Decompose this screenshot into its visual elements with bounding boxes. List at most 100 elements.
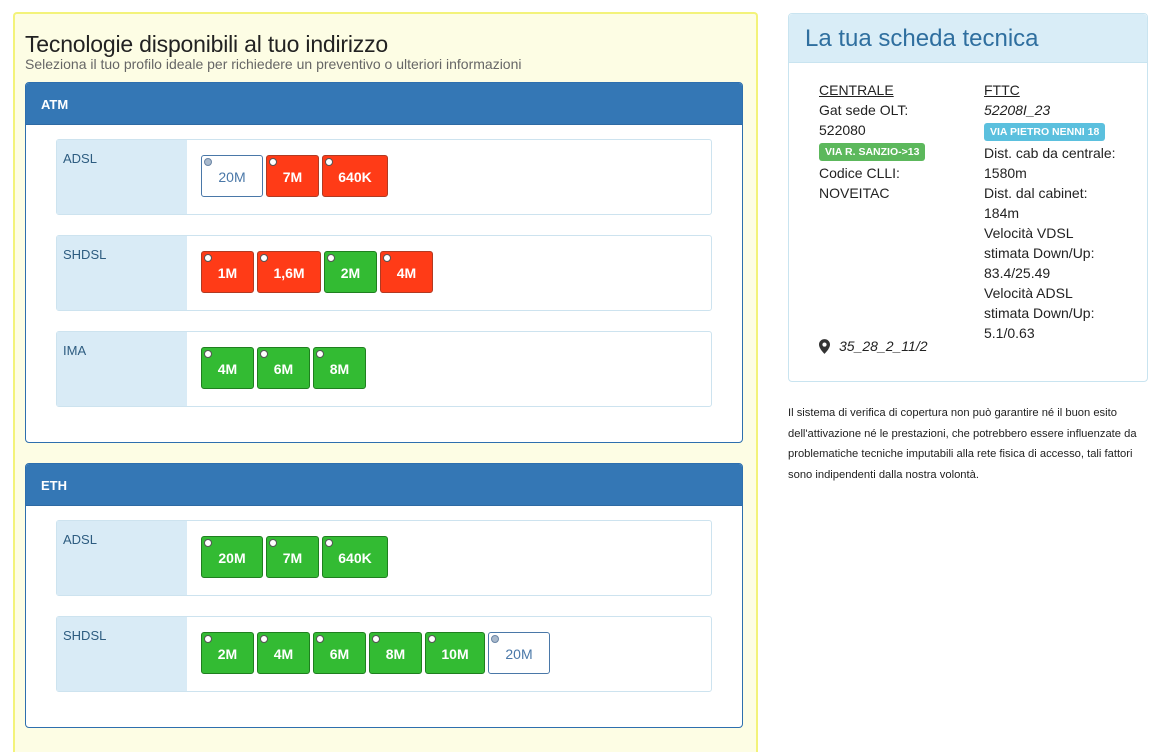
status-dot-icon	[204, 350, 212, 358]
speed-label: 4M	[396, 265, 417, 281]
speed-button-4m[interactable]: 4M	[201, 347, 254, 389]
speed-list: 1M 1,6M 2M 4M	[201, 251, 433, 293]
cabinet-address-badge: VIA PIETRO NENNI 18	[984, 123, 1106, 141]
speed-button-20m[interactable]: 20M	[488, 632, 550, 674]
status-dot-icon	[260, 350, 268, 358]
speed-label: 1M	[217, 265, 238, 281]
clli-value: NOVEITAC	[819, 185, 890, 201]
status-dot-icon	[269, 539, 277, 547]
speed-label: 8M	[385, 646, 406, 662]
speed-label: 2M	[217, 646, 238, 662]
speed-button-8m[interactable]: 8M	[369, 632, 422, 674]
status-dot-icon	[204, 254, 212, 262]
group-header-atm: ATM	[26, 83, 742, 125]
speed-label: 20M	[218, 550, 246, 566]
tech-label: ADSL	[57, 521, 187, 595]
page-title: Tecnologie disponibili al tuo indirizzo	[25, 31, 388, 57]
tech-label: IMA	[57, 332, 187, 406]
speed-button-1-6m[interactable]: 1,6M	[257, 251, 321, 293]
central-heading: CENTRALE	[819, 82, 894, 98]
tech-label: ADSL	[57, 140, 187, 214]
dist-cabinet-label: Dist. dal cabinet:	[984, 185, 1088, 201]
dist-central-label: Dist. cab da centrale:	[984, 145, 1116, 161]
gat-value: 522080	[819, 122, 866, 138]
status-dot-icon	[491, 635, 499, 643]
status-dot-icon	[316, 350, 324, 358]
adsl-label: Velocità ADSL	[984, 285, 1073, 301]
speed-list: 4M 6M 8M	[201, 347, 366, 389]
speed-label: 4M	[273, 646, 294, 662]
card-title: La tua scheda tecnica	[789, 14, 1147, 63]
fttc-column: FTTC 52208I_23 VIA PIETRO NENNI 18 Dist.…	[984, 80, 1134, 343]
speed-label: 7M	[282, 169, 303, 185]
central-address-badge: VIA R. SANZIO->13	[819, 143, 926, 161]
speed-list: 2M 4M 6M 8M 10M 20M	[201, 632, 550, 674]
speed-label: 1,6M	[273, 265, 305, 281]
speed-label: 6M	[329, 646, 350, 662]
location: 35_28_2_11/2	[819, 338, 928, 354]
tech-label: SHDSL	[57, 617, 187, 691]
status-dot-icon	[260, 254, 268, 262]
disclaimer-text: Il sistema di verifica di copertura non …	[788, 407, 1137, 481]
technologies-panel: Tecnologie disponibili al tuo indirizzo …	[13, 12, 758, 752]
speed-button-10m[interactable]: 10M	[425, 632, 485, 674]
status-dot-icon	[260, 635, 268, 643]
map-marker-icon	[819, 338, 830, 354]
vdsl-label: Velocità VDSL	[984, 225, 1074, 241]
speed-button-4m[interactable]: 4M	[257, 632, 310, 674]
technical-sheet-card: La tua scheda tecnica CENTRALE Gat sede …	[788, 13, 1148, 382]
status-dot-icon	[325, 539, 333, 547]
speed-label: 20M	[218, 169, 246, 185]
speed-button-7m[interactable]: 7M	[266, 536, 319, 578]
group-header-eth: ETH	[26, 464, 742, 506]
group-eth: ETH ADSL 20M 7M 640K SHDSL 2M 4M 6M 8M 1…	[25, 463, 743, 728]
speed-button-8m[interactable]: 8M	[313, 347, 366, 389]
speed-label: 10M	[441, 646, 469, 662]
status-dot-icon	[316, 635, 324, 643]
speed-label: 6M	[273, 361, 294, 377]
tech-row-atm-adsl: ADSL 20M 7M 640K	[56, 139, 712, 215]
speed-button-6m[interactable]: 6M	[257, 347, 310, 389]
speed-label: 20M	[505, 646, 533, 662]
tech-row-eth-adsl: ADSL 20M 7M 640K	[56, 520, 712, 596]
speed-list: 20M 7M 640K	[201, 536, 388, 578]
status-dot-icon	[383, 254, 391, 262]
vdsl-label-2: stimata Down/Up:	[984, 245, 1095, 261]
status-dot-icon	[204, 635, 212, 643]
status-dot-icon	[327, 254, 335, 262]
tech-row-eth-shdsl: SHDSL 2M 4M 6M 8M 10M 20M	[56, 616, 712, 692]
speed-button-640k[interactable]: 640K	[322, 536, 388, 578]
speed-list: 20M 7M 640K	[201, 155, 388, 197]
group-atm: ATM ADSL 20M 7M 640K SHDSL 1M 1,6M 2M 4M…	[25, 82, 743, 443]
speed-label: 2M	[340, 265, 361, 281]
status-dot-icon	[204, 158, 212, 166]
adsl-label-2: stimata Down/Up:	[984, 305, 1095, 321]
fttc-heading: FTTC	[984, 82, 1020, 98]
status-dot-icon	[325, 158, 333, 166]
speed-button-640k[interactable]: 640K	[322, 155, 388, 197]
speed-button-1m[interactable]: 1M	[201, 251, 254, 293]
gat-label: Gat sede OLT:	[819, 102, 909, 118]
page-subtitle: Seleziona il tuo profilo ideale per rich…	[25, 56, 522, 72]
status-dot-icon	[428, 635, 436, 643]
vdsl-value: 83.4/25.49	[984, 265, 1051, 281]
speed-label: 8M	[329, 361, 350, 377]
speed-button-2m[interactable]: 2M	[324, 251, 377, 293]
speed-button-20m[interactable]: 20M	[201, 536, 263, 578]
tech-label: SHDSL	[57, 236, 187, 310]
tech-row-atm-shdsl: SHDSL 1M 1,6M 2M 4M	[56, 235, 712, 311]
status-dot-icon	[204, 539, 212, 547]
speed-label: 640K	[338, 550, 372, 566]
location-code: 35_28_2_11/2	[839, 338, 928, 354]
speed-button-6m[interactable]: 6M	[313, 632, 366, 674]
dist-cabinet-value: 184m	[984, 205, 1020, 221]
tech-row-atm-ima: IMA 4M 6M 8M	[56, 331, 712, 407]
speed-button-20m[interactable]: 20M	[201, 155, 263, 197]
cabinet-code: 52208I_23	[984, 102, 1051, 118]
speed-button-4m[interactable]: 4M	[380, 251, 433, 293]
speed-button-2m[interactable]: 2M	[201, 632, 254, 674]
speed-button-7m[interactable]: 7M	[266, 155, 319, 197]
dist-central-value: 1580m	[984, 165, 1027, 181]
central-column: CENTRALE Gat sede OLT: 522080 VIA R. SAN…	[819, 80, 969, 203]
adsl-value: 5.1/0.63	[984, 325, 1035, 341]
